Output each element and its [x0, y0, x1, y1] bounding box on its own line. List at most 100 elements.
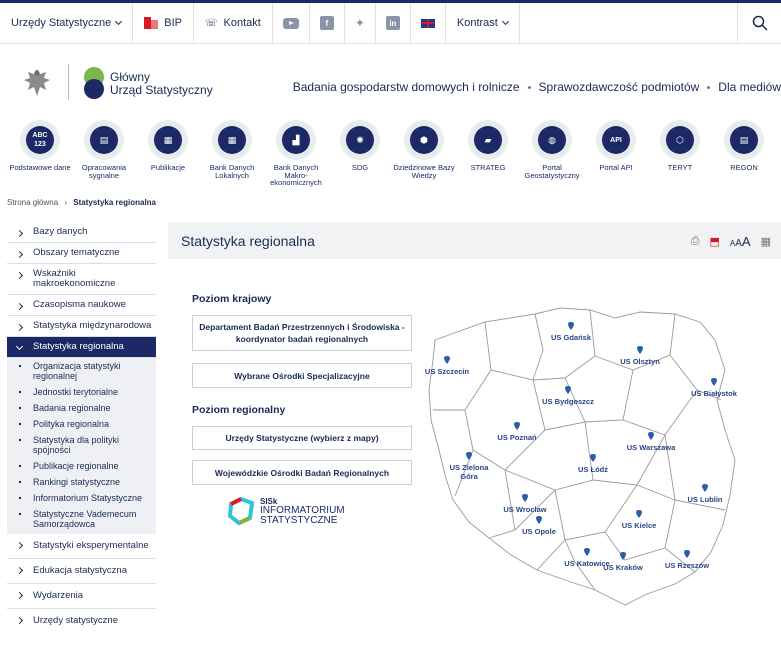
- service-label: STRATEG: [470, 163, 506, 172]
- city-label[interactable]: US Szczecin: [425, 367, 470, 376]
- nav-reporting[interactable]: Sprawozdawczość podmiotów: [539, 80, 700, 94]
- city-label[interactable]: US Olsztyn: [620, 357, 660, 366]
- sidebar-subitem[interactable]: Jednostki terytorialne: [7, 384, 156, 400]
- strateg-icon: ▰: [474, 126, 502, 154]
- city-label[interactable]: US Kraków: [603, 563, 643, 572]
- linkedin-link[interactable]: in: [376, 3, 411, 43]
- main-nav: Badania gospodarstw domowych i rolnicze …: [293, 80, 781, 94]
- sidebar-item-offices[interactable]: Urzędy statystyczne: [7, 609, 156, 633]
- city-label[interactable]: US Lublin: [688, 495, 723, 504]
- phone-icon: ☏: [205, 17, 218, 29]
- city-label[interactable]: US Warszawa: [627, 443, 676, 452]
- sidebar: Bazy danych Obszary tematyczne Wskaźniki…: [7, 222, 156, 633]
- service-publications[interactable]: ▦ Publikacje: [136, 120, 200, 172]
- contact-link[interactable]: ☏ Kontakt: [194, 3, 273, 43]
- city-label[interactable]: US Wrocław: [503, 505, 546, 514]
- city-label[interactable]: US Bydgoszcz: [542, 397, 594, 406]
- globe-icon: ◍: [538, 126, 566, 154]
- sidebar-item-education[interactable]: Edukacja statystyczna: [7, 559, 156, 584]
- print-icon[interactable]: ⎙: [691, 235, 700, 248]
- qr-code-icon[interactable]: ▦: [761, 235, 771, 248]
- city-label[interactable]: US Łódź: [578, 465, 608, 474]
- sidebar-item-indicators[interactable]: Wskaźniki makroekonomiczne: [7, 264, 156, 295]
- poland-voivodeships-map[interactable]: US Gdańsk US Olsztyn US Szczecin US Białyst…: [425, 300, 781, 610]
- service-label: TERYT: [667, 163, 693, 172]
- regional-centers-button[interactable]: Wojewódzkie Ośrodki Badań Regionalnych: [192, 460, 412, 485]
- sidebar-subitem[interactable]: Badania regionalne: [7, 400, 156, 416]
- offices-map-button[interactable]: Urzędy Statystyczne (wybierz z mapy): [192, 426, 412, 450]
- bip-link[interactable]: BIP: [133, 3, 194, 43]
- sidebar-subitem[interactable]: Organizacja statystyki regionalnej: [7, 358, 156, 384]
- chat-icon: ▤: [90, 126, 118, 154]
- service-api[interactable]: API Portal API: [584, 120, 648, 172]
- sidebar-subitem[interactable]: Informatorium Statystyczne: [7, 490, 156, 506]
- english-link[interactable]: [411, 3, 446, 43]
- centers-button[interactable]: Wybrane Ośrodki Specjalizacyjne: [192, 363, 412, 388]
- font-size-icon[interactable]: AAA: [730, 234, 751, 249]
- service-signal[interactable]: ▤ Opracowania sygnalne: [72, 120, 136, 179]
- contact-label: Kontakt: [223, 17, 261, 29]
- breadcrumb: Strona główna › Statystyka regionalna: [7, 198, 156, 207]
- breadcrumb-home[interactable]: Strona główna: [7, 198, 58, 207]
- city-label[interactable]: US Gdańsk: [551, 333, 592, 342]
- national-heading: Poziom krajowy: [192, 293, 272, 305]
- service-label: Portal API: [599, 163, 633, 172]
- city-label[interactable]: US Kielce: [622, 521, 657, 530]
- city-label[interactable]: US Poznań: [497, 433, 537, 442]
- city-label[interactable]: US Rzeszów: [665, 561, 709, 570]
- sidebar-item-events[interactable]: Wydarzenia: [7, 584, 156, 609]
- contrast-dropdown[interactable]: Kontrast: [446, 3, 520, 43]
- youtube-icon: [282, 17, 299, 29]
- linkedin-icon: in: [385, 16, 400, 30]
- service-geoportal[interactable]: ◍ Portal Geostatystyczny: [520, 120, 584, 179]
- sidebar-item-topics[interactable]: Obszary tematyczne: [7, 243, 156, 264]
- sidebar-subitem[interactable]: Statystyczne Vademecum Samorządowca: [7, 506, 156, 534]
- service-dbw[interactable]: ⬢ Dziedzinowe Bazy Wiedzy: [392, 120, 456, 179]
- sidebar-subitem[interactable]: Publikacje regionalne: [7, 458, 156, 474]
- sisk-informatorium-logo[interactable]: SISk INFORMATORIUM STATYSTYCZNE: [226, 496, 345, 526]
- search-button[interactable]: [737, 3, 781, 43]
- service-bdm[interactable]: ▟ Bank Danych Makro-ekonomicznych: [264, 120, 328, 187]
- sidebar-subitem[interactable]: Rankingi statystyczne: [7, 474, 156, 490]
- service-circle: ◍: [532, 120, 572, 160]
- service-sdg[interactable]: ✺ SDG: [328, 120, 392, 172]
- map-outline-icon: ⬡: [666, 126, 694, 154]
- gus-logo-text[interactable]: Główny Urząd Statystyczny: [110, 71, 213, 97]
- gus-logo-icon[interactable]: [82, 66, 106, 100]
- pdf-icon[interactable]: ⬒: [710, 235, 720, 248]
- sidebar-item-experimental[interactable]: Statystyki eksperymentalne: [7, 534, 156, 559]
- sidebar-item-international[interactable]: Statystyka międzynarodowa: [7, 316, 156, 337]
- city-label[interactable]: US Białystok: [691, 389, 738, 398]
- service-label: Podstawowe dane: [9, 163, 71, 172]
- youtube-link[interactable]: [273, 3, 310, 43]
- service-strateg[interactable]: ▰ STRATEG: [456, 120, 520, 172]
- facebook-link[interactable]: f: [310, 3, 345, 43]
- service-bdl[interactable]: ▦ Bank Danych Lokalnych: [200, 120, 264, 179]
- breadcrumb-separator: ›: [64, 198, 68, 207]
- city-label[interactable]: US Opole: [522, 527, 556, 536]
- dept-button[interactable]: Departament Badań Przestrzennych i Środo…: [192, 315, 412, 351]
- top-bar: Urzędy Statystyczne BIP ☏ Kontakt f ✦ in…: [0, 0, 781, 44]
- sidebar-subitem[interactable]: Statystyka dla polityki spójności: [7, 432, 156, 458]
- sidebar-item-databases[interactable]: Bazy danych: [7, 222, 156, 243]
- nav-media[interactable]: Dla mediów: [718, 80, 781, 94]
- service-regon[interactable]: ▤ REGON: [712, 120, 776, 172]
- twitter-link[interactable]: ✦: [345, 3, 376, 43]
- service-teryt[interactable]: ⬡ TERYT: [648, 120, 712, 172]
- service-circle: API: [596, 120, 636, 160]
- chevron-down-icon: [115, 17, 123, 26]
- chevron-down-icon: [501, 17, 509, 26]
- service-circle: ▰: [468, 120, 508, 160]
- sidebar-subitem[interactable]: Polityka regionalna: [7, 416, 156, 432]
- bip-icon: [144, 17, 159, 29]
- sidebar-item-regional[interactable]: Statystyka regionalna: [7, 337, 156, 358]
- sidebar-item-journals[interactable]: Czasopisma naukowe: [7, 295, 156, 316]
- logo-line2: Urząd Statystyczny: [110, 83, 213, 97]
- nav-households[interactable]: Badania gospodarstw domowych i rolnicze: [293, 80, 520, 94]
- service-basic-data[interactable]: ABC 123 Podstawowe dane: [8, 120, 72, 172]
- facebook-icon: f: [319, 16, 334, 30]
- offices-dropdown[interactable]: Urzędy Statystyczne: [0, 3, 134, 43]
- service-circle: ABC 123: [20, 120, 60, 160]
- document-icon: ▤: [730, 126, 758, 154]
- service-circle: ⬡: [660, 120, 700, 160]
